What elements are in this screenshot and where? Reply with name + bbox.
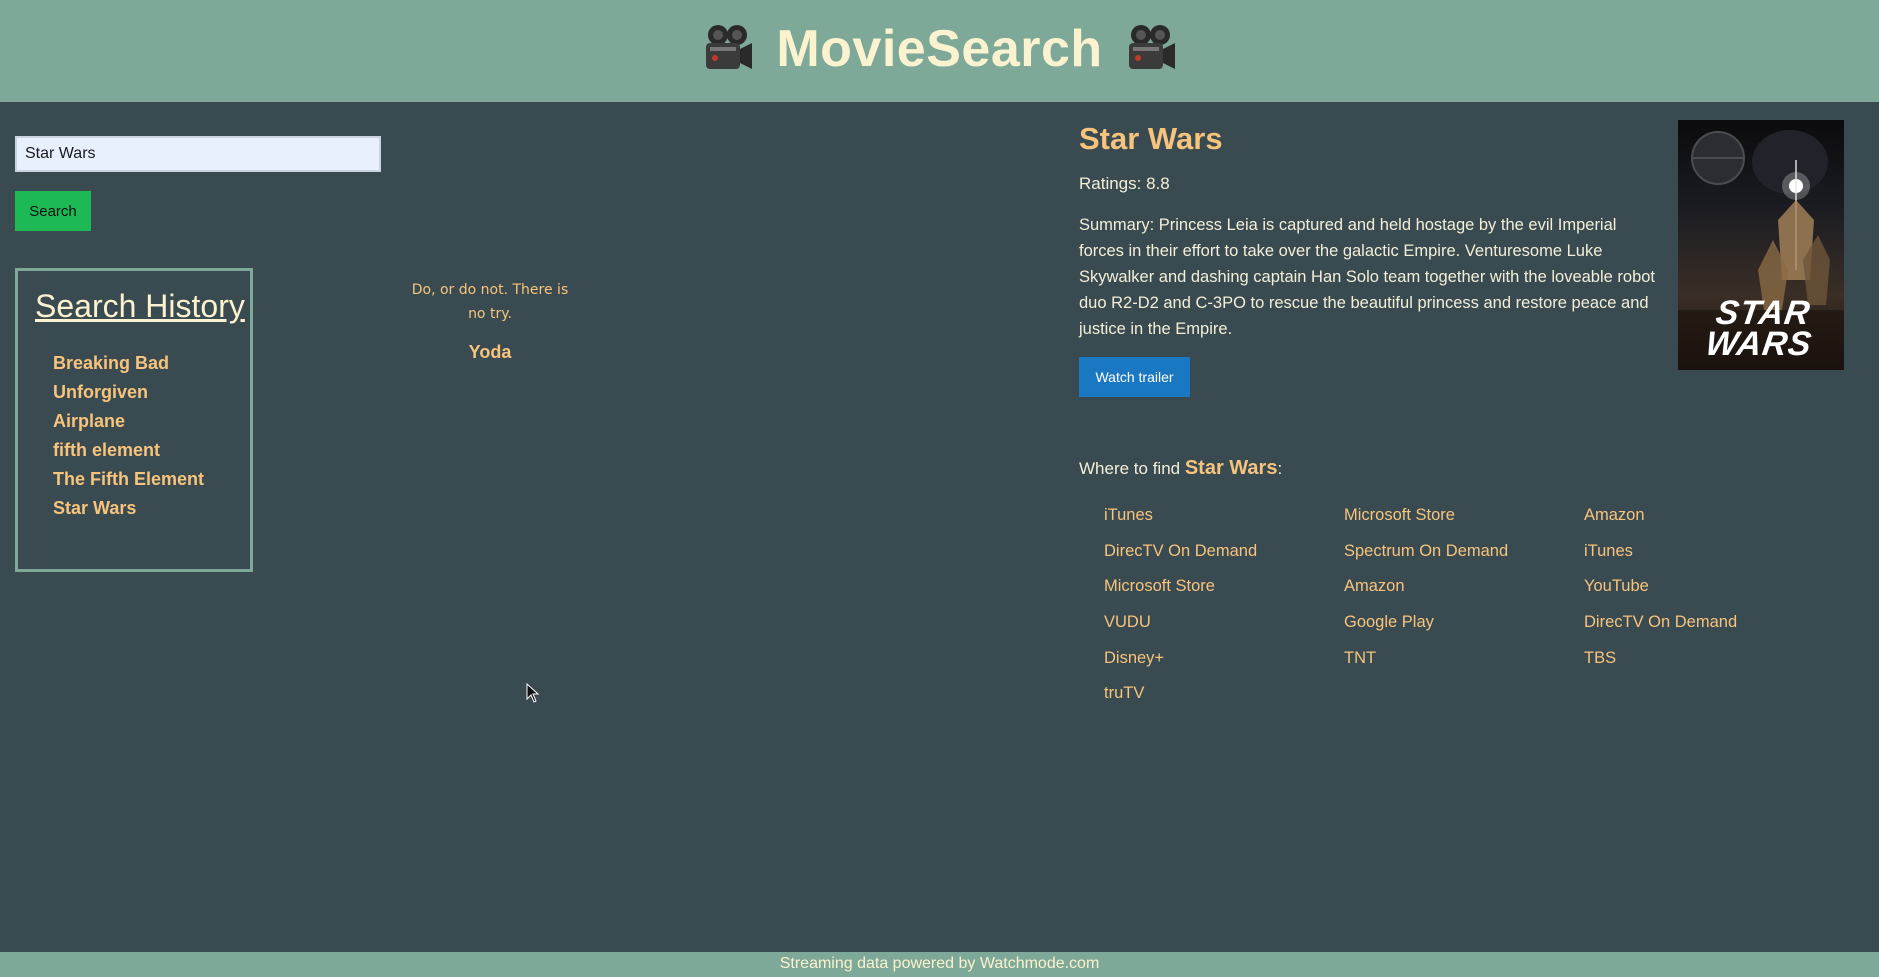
movie-camera-icon [706,25,753,69]
movie-title: Star Wars [1079,121,1223,156]
search-input[interactable] [15,136,381,172]
where-to-find-heading: Where to find Star Wars: [1079,457,1282,480]
history-item[interactable]: Unforgiven [53,381,204,410]
quote-text: Do, or do not. There is no try. [411,282,569,322]
search-history-title: Search History [35,288,245,324]
search-button[interactable]: Search [15,191,91,231]
provider-link[interactable]: DirecTV On Demand [1104,542,1344,578]
provider-link[interactable]: truTV [1104,684,1344,720]
search-history-panel: Search History Breaking Bad Unforgiven A… [15,268,253,572]
provider-link[interactable]: Microsoft Store [1344,506,1584,542]
provider-link[interactable]: Google Play [1344,613,1584,649]
quote-author: Yoda [468,342,512,362]
history-item[interactable]: The Fifth Element [53,468,204,497]
provider-link[interactable]: iTunes [1584,542,1824,578]
movie-camera-icon [1128,25,1175,69]
provider-link[interactable]: Spectrum On Demand [1344,542,1584,578]
where-suffix: : [1277,459,1283,478]
site-header: MovieSearch [0,0,1879,102]
provider-link[interactable]: TBS [1584,649,1824,685]
provider-link[interactable]: Microsoft Store [1104,577,1344,613]
provider-link[interactable]: iTunes [1104,506,1344,542]
provider-link[interactable]: Disney+ [1104,649,1344,685]
provider-link[interactable]: TNT [1344,649,1584,685]
provider-link[interactable]: Amazon [1344,577,1584,613]
site-title: MovieSearch [776,20,1103,78]
provider-link[interactable]: YouTube [1584,577,1824,613]
streaming-provider-list: iTunes Microsoft Store Amazon DirecTV On… [1104,506,1824,720]
movie-ratings: Ratings: 8.8 [1079,174,1170,193]
provider-link[interactable]: DirecTV On Demand [1584,613,1824,649]
history-item[interactable]: Airplane [53,410,204,439]
where-movie-title: Star Wars [1184,457,1278,479]
movie-summary: Summary: Princess Leia is captured and h… [1079,216,1656,338]
history-item[interactable]: Star Wars [53,497,204,526]
movie-poster: STAR WARS [1678,120,1844,370]
provider-link[interactable]: Amazon [1584,506,1824,542]
poster-logo: STAR WARS [1703,294,1815,363]
site-footer: Streaming data powered by Watchmode.com [0,952,1879,977]
provider-link[interactable]: VUDU [1104,613,1344,649]
watch-trailer-button[interactable]: Watch trailer [1079,357,1190,397]
header-content: MovieSearch [700,19,1178,79]
search-history-list: Breaking Bad Unforgiven Airplane fifth e… [53,352,204,526]
history-item[interactable]: fifth element [53,439,204,468]
mouse-cursor-icon [526,683,540,703]
where-prefix: Where to find [1079,459,1185,478]
history-item[interactable]: Breaking Bad [53,352,204,381]
